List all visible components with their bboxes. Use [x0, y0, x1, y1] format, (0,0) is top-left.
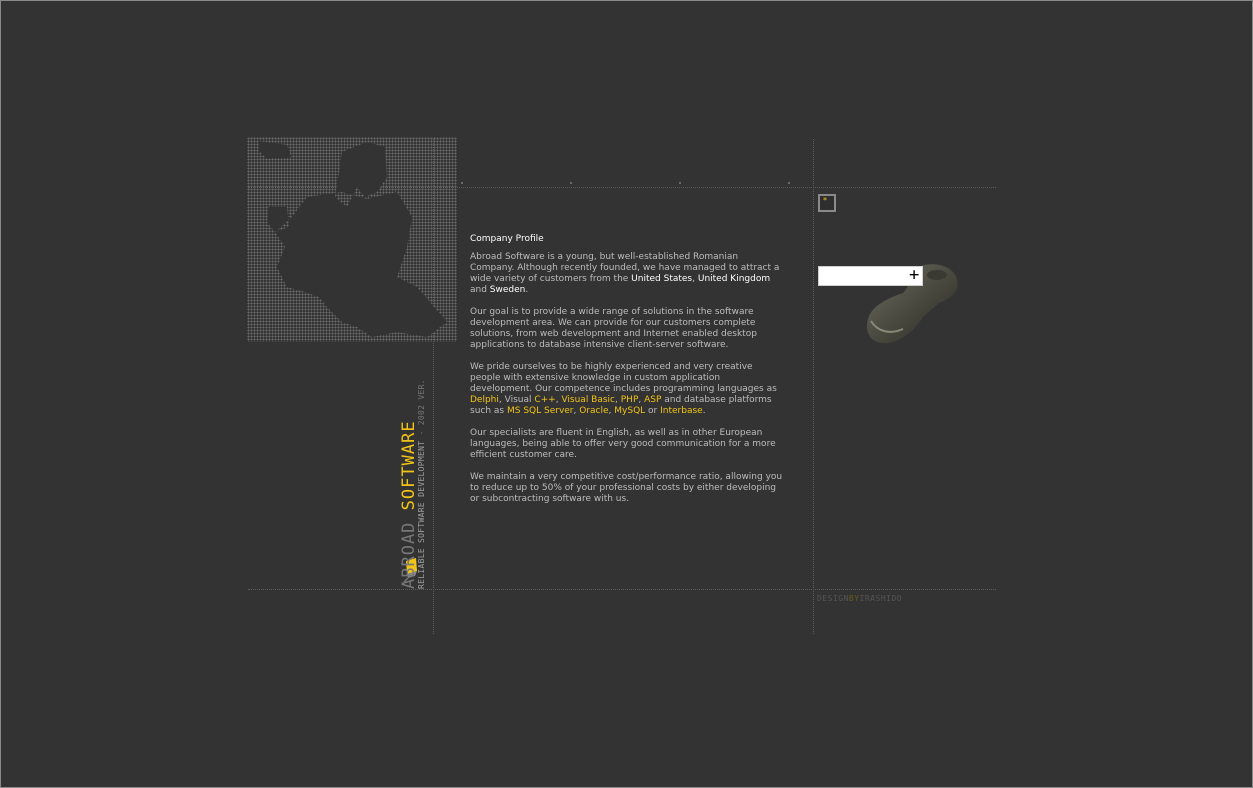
- nav-item-3[interactable]: [679, 182, 681, 184]
- right-column-divider: [813, 139, 814, 634]
- tech-asp: ASP: [644, 395, 662, 405]
- country-uk: United Kingdom: [697, 274, 771, 284]
- tech-php: PHP: [620, 395, 639, 405]
- nav-item-2[interactable]: [570, 182, 572, 184]
- country-us: United States: [631, 274, 693, 284]
- bottom-divider: [248, 589, 996, 590]
- credit-design: DESIGN: [817, 594, 849, 603]
- profile-paragraph-4: Our specialists are fluent in English, a…: [470, 428, 776, 460]
- search-plus-icon[interactable]: +: [909, 265, 919, 285]
- credit-author: IRASHIDO: [859, 594, 903, 603]
- page-title: Company Profile: [470, 234, 544, 244]
- profile-paragraph-3: We pride ourselves to be highly experien…: [470, 362, 785, 417]
- design-credit[interactable]: DESIGNBYIRASHIDO: [817, 594, 902, 603]
- europe-map-mask: [247, 137, 457, 342]
- text: , Visual: [498, 395, 535, 405]
- country-sweden: Sweden: [489, 285, 526, 295]
- nav-item-4[interactable]: [788, 182, 790, 184]
- logo-version: - 2002 VER.: [417, 379, 426, 436]
- text: We pride ourselves to be highly experien…: [470, 362, 777, 394]
- logo-tagline: RELIABLE SOFTWARE DEVELOPMENT: [417, 440, 426, 589]
- company-profile-section: Company Profile Abroad Software is a you…: [470, 234, 785, 516]
- asterisk-icon: *: [823, 196, 827, 205]
- logo-word-software: SOFTWARE: [399, 420, 419, 511]
- text: .: [525, 285, 529, 295]
- company-logo[interactable]: ABROAD SOFTWARE RELIABLE SOFTWARE DEVELO…: [399, 379, 426, 589]
- tech-oracle: Oracle: [579, 406, 609, 416]
- profile-paragraph-1: Abroad Software is a young, but well-est…: [470, 252, 785, 296]
- text: .: [702, 406, 706, 416]
- tech-visual-basic: Visual Basic: [561, 395, 616, 405]
- tech-cpp: C++: [534, 395, 556, 405]
- search-input[interactable]: [818, 266, 923, 286]
- tech-mysql: MySQL: [614, 406, 646, 416]
- profile-paragraph-2: Our goal is to provide a wide range of s…: [470, 307, 757, 350]
- text: and: [470, 285, 490, 295]
- nav-item-1[interactable]: [461, 182, 463, 184]
- logo-word-abroad: ABROAD: [399, 521, 419, 589]
- tech-interbase: Interbase: [660, 406, 703, 416]
- text: or: [645, 406, 661, 416]
- tech-delphi: Delphi: [470, 395, 499, 405]
- menu-toggle-button[interactable]: *: [818, 194, 836, 212]
- profile-paragraph-5: We maintain a very competitive cost/perf…: [470, 472, 783, 504]
- tech-ms-sql-server: MS SQL Server: [506, 406, 574, 416]
- credit-by: BY: [848, 594, 860, 603]
